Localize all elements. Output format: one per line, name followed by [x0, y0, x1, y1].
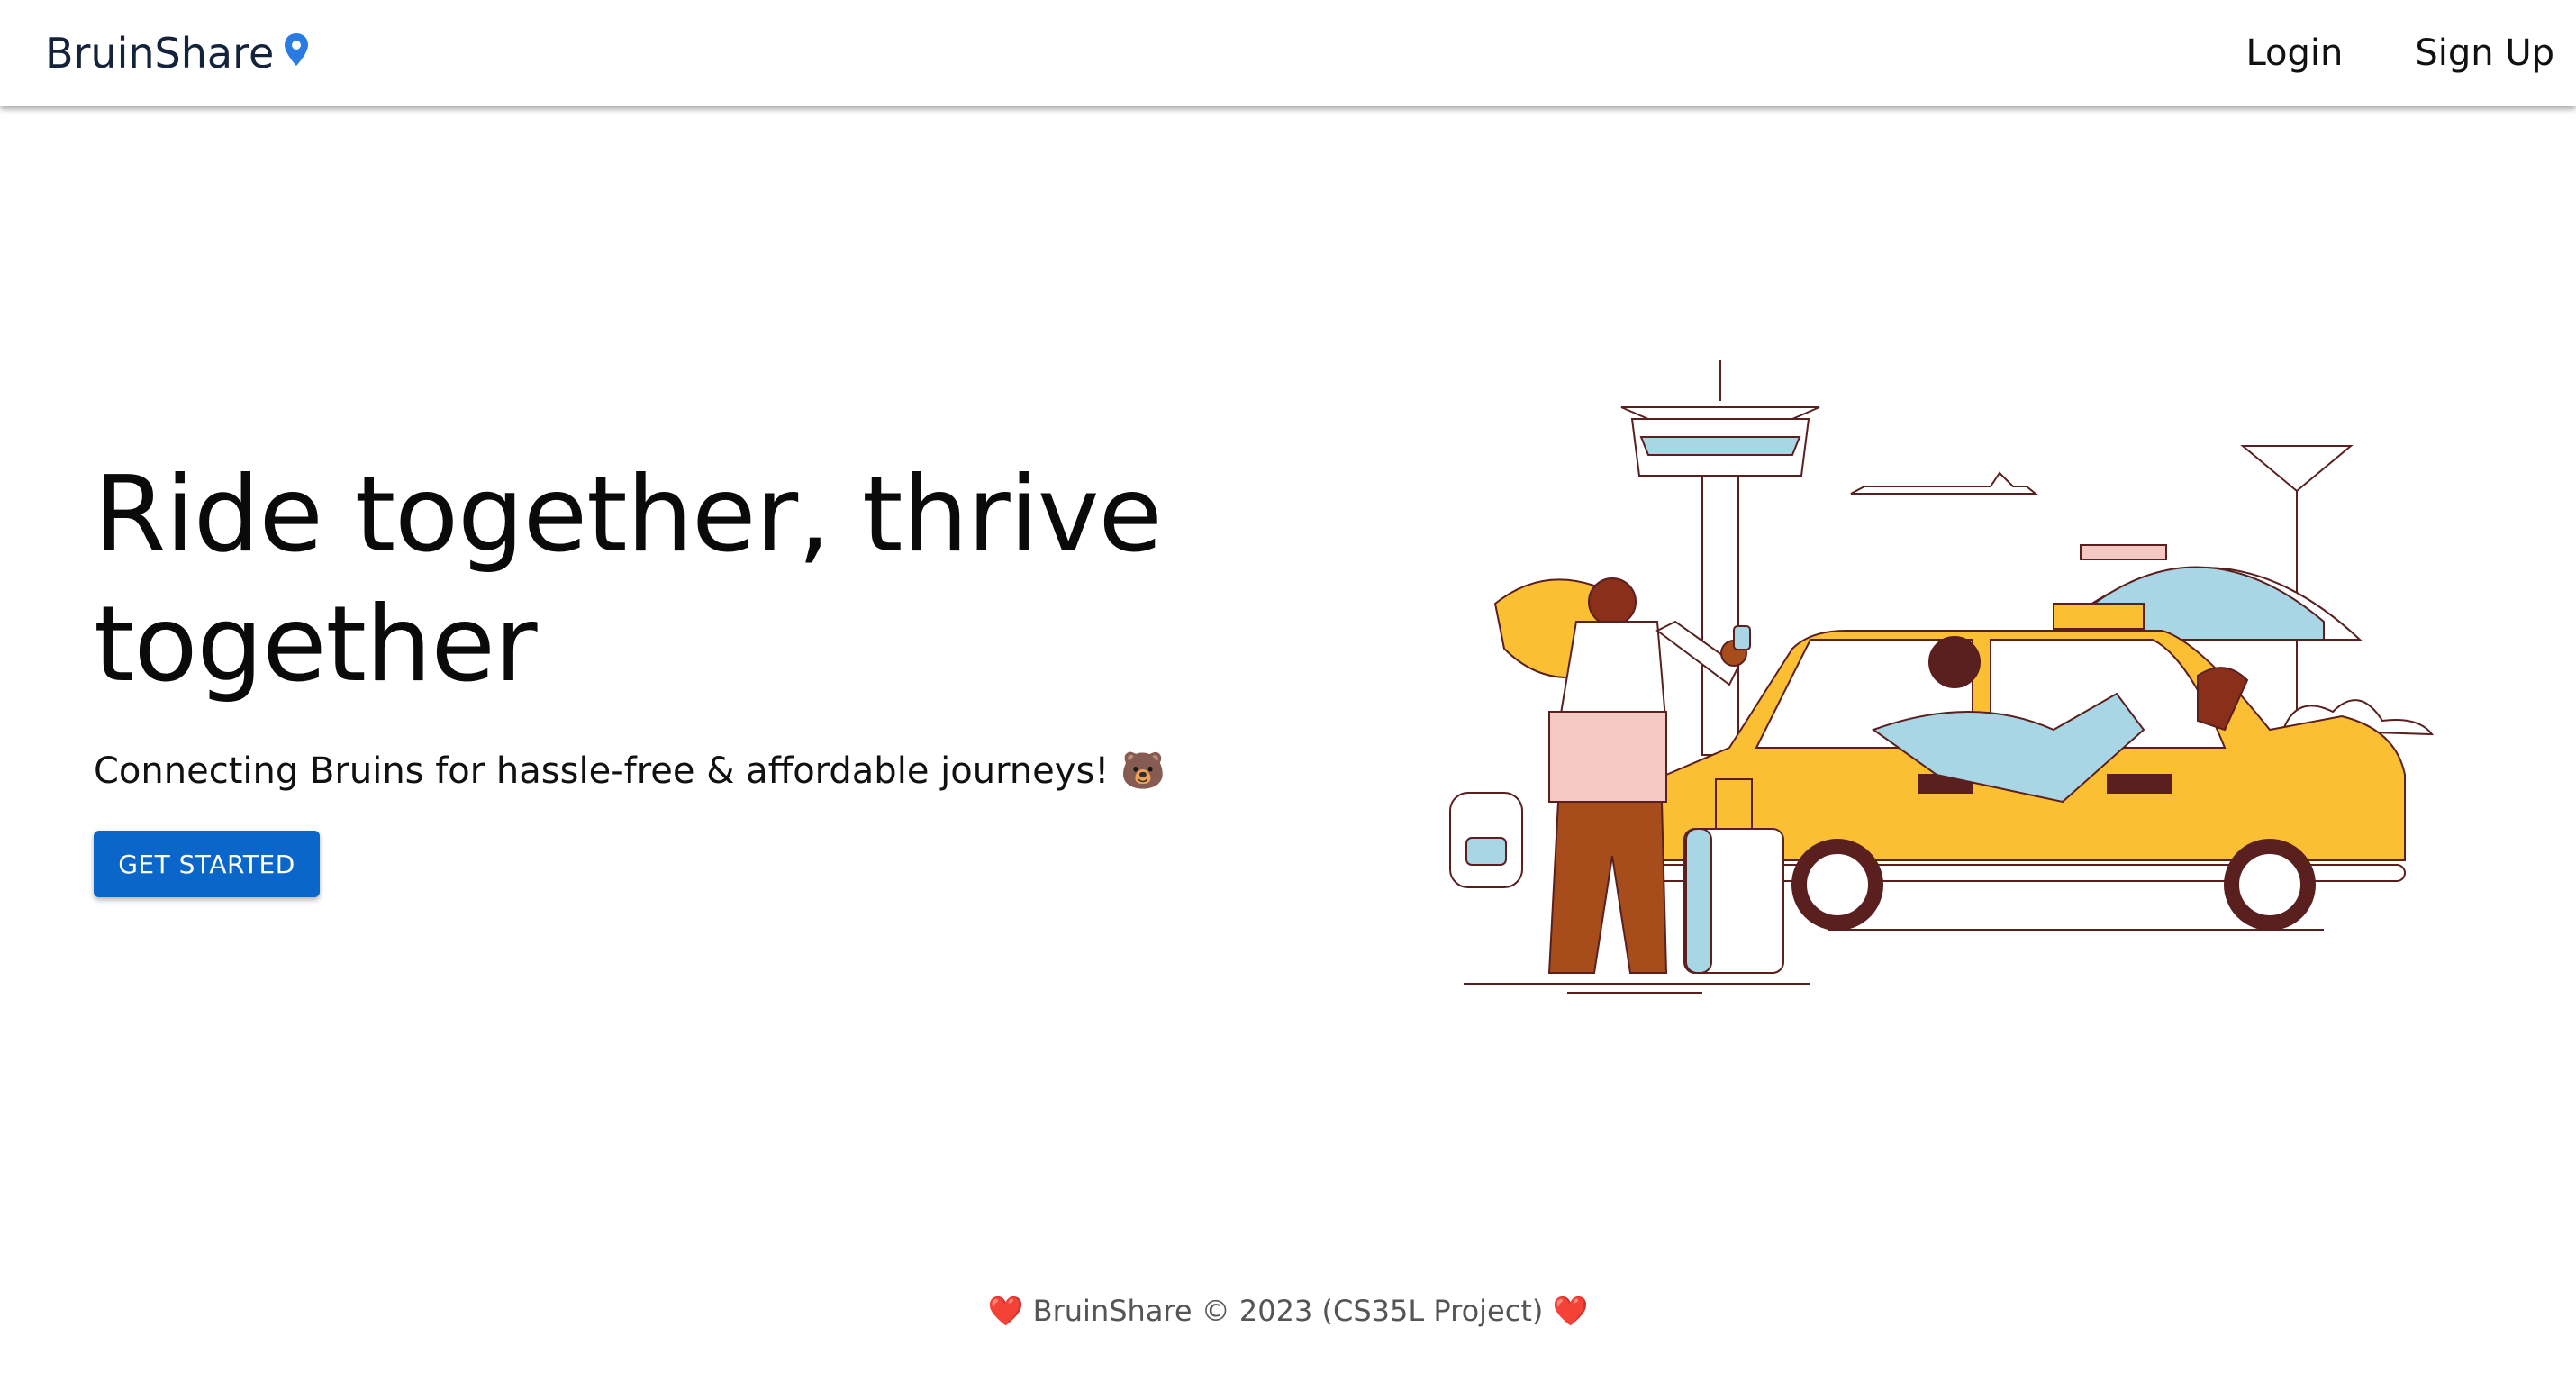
taxi-airport-illustration: [1432, 351, 2459, 1000]
footer-text: BruinShare © 2023 (CS35L Project): [1032, 1294, 1544, 1328]
hero-title: Ride together, thrive together: [94, 454, 1163, 705]
login-link[interactable]: Login: [2245, 32, 2343, 74]
footer: ❤️ BruinShare © 2023 (CS35L Project) ❤️: [0, 1294, 2576, 1328]
signup-link[interactable]: Sign Up: [2415, 32, 2554, 74]
brand-name: BruinShare: [45, 29, 275, 77]
hero-subtitle: Connecting Bruins for hassle-free & affo…: [94, 750, 1166, 792]
navbar: BruinShare Login Sign Up: [0, 0, 2576, 106]
get-started-button[interactable]: GET STARTED: [94, 831, 320, 897]
heart-icon: ❤️: [987, 1294, 1024, 1328]
nav-links: Login Sign Up: [2245, 32, 2554, 74]
map-pin-icon: [283, 32, 310, 68]
brand-link[interactable]: BruinShare: [45, 29, 310, 77]
heart-icon: ❤️: [1552, 1294, 1589, 1328]
